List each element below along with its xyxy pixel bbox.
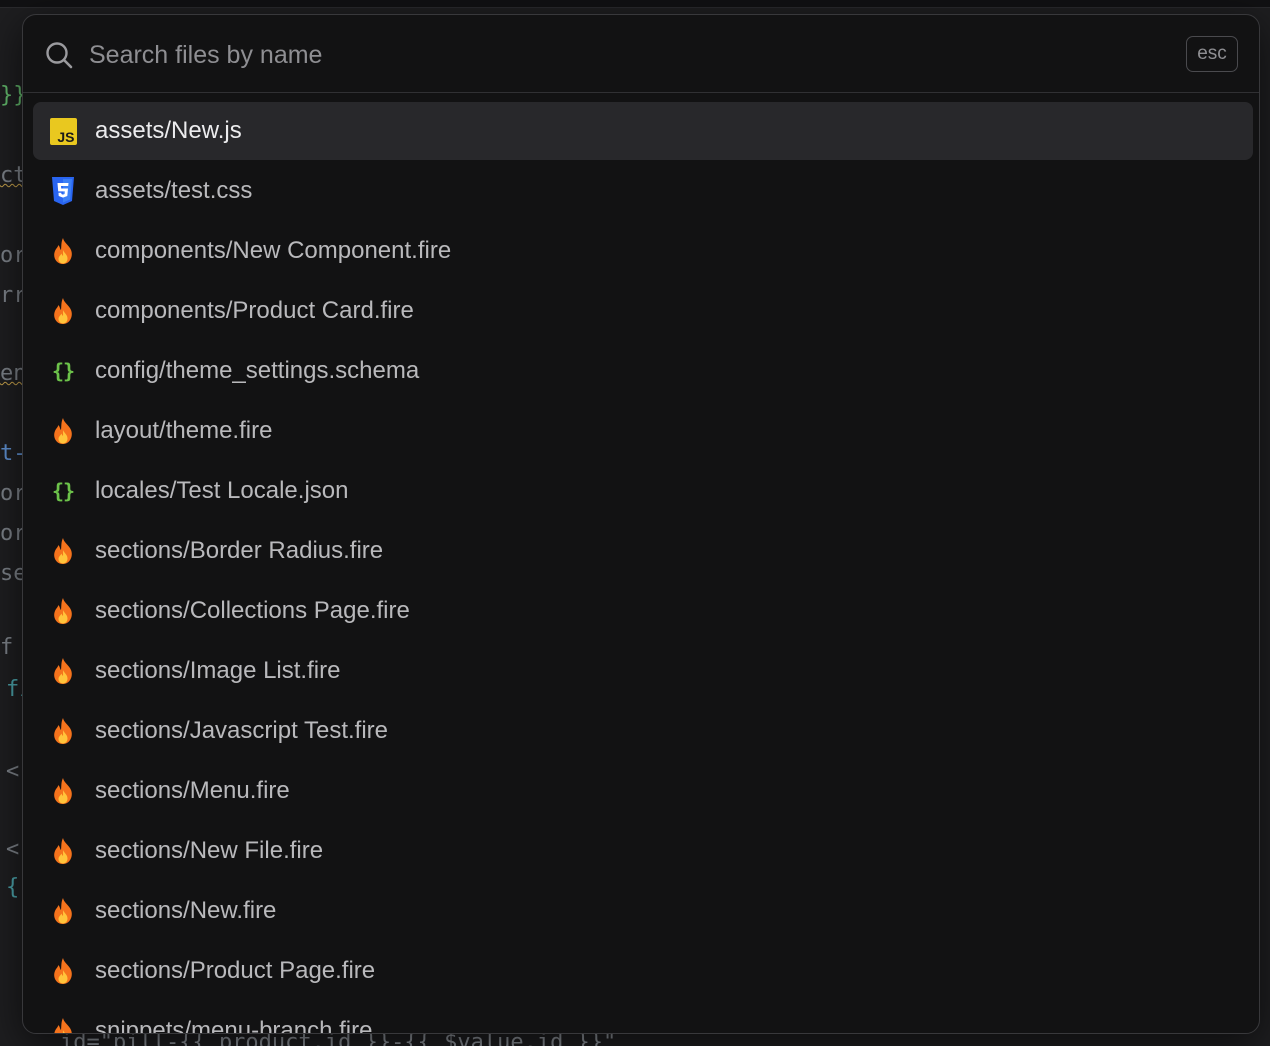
file-result-label: sections/Border Radius.fire	[95, 537, 384, 564]
file-result-item[interactable]: sections/Menu.fire	[33, 762, 1253, 820]
file-result-label: snippets/menu-branch.fire	[95, 1017, 373, 1034]
file-result-label: locales/Test Locale.json	[95, 477, 349, 504]
file-result-label: assets/test.css	[95, 177, 253, 204]
file-result-item[interactable]: sections/New.fire	[33, 882, 1253, 940]
file-result-label: sections/New.fire	[95, 897, 277, 924]
file-results-list: JS assets/New.js assets/test.css components…	[23, 94, 1259, 1034]
editor-tab-strip	[0, 0, 1270, 8]
file-result-item[interactable]: JS assets/New.js	[33, 102, 1253, 160]
file-result-label: sections/Menu.fire	[95, 777, 290, 804]
fire-icon	[49, 297, 77, 325]
file-result-item[interactable]: components/Product Card.fire	[33, 282, 1253, 340]
file-result-item[interactable]: sections/Javascript Test.fire	[33, 702, 1253, 760]
esc-button[interactable]: esc	[1186, 36, 1238, 72]
file-search-modal: esc JS assets/New.js assets/test.css compon…	[22, 14, 1260, 1034]
file-result-item[interactable]: assets/test.css	[33, 162, 1253, 220]
fire-icon	[49, 657, 77, 685]
js-icon: JS	[49, 117, 77, 145]
fire-icon	[49, 537, 77, 565]
fire-icon	[49, 777, 77, 805]
file-result-item[interactable]: sections/Collections Page.fire	[33, 582, 1253, 640]
fire-icon	[49, 957, 77, 985]
search-icon	[45, 41, 73, 69]
file-result-item[interactable]: {} locales/Test Locale.json	[33, 462, 1253, 520]
code-fragment: <	[6, 759, 20, 784]
file-result-label: sections/New File.fire	[95, 837, 324, 864]
file-result-item[interactable]: components/New Component.fire	[33, 222, 1253, 280]
fire-icon	[49, 717, 77, 745]
fire-icon	[49, 837, 77, 865]
braces-icon: {}	[51, 359, 75, 383]
file-result-item[interactable]: sections/New File.fire	[33, 822, 1253, 880]
code-fragment: f	[0, 635, 14, 660]
file-result-label: config/theme_settings.schema	[95, 357, 420, 384]
file-result-item[interactable]: {} config/theme_settings.schema	[33, 342, 1253, 400]
braces-icon: {}	[51, 479, 75, 503]
file-result-label: components/New Component.fire	[95, 237, 452, 264]
file-result-label: sections/Image List.fire	[95, 657, 341, 684]
fire-icon	[49, 597, 77, 625]
code-fragment: {	[6, 875, 20, 900]
file-result-label: layout/theme.fire	[95, 417, 273, 444]
fire-icon	[49, 237, 77, 265]
fire-icon	[49, 417, 77, 445]
file-result-item[interactable]: snippets/menu-branch.fire	[33, 1002, 1253, 1034]
file-result-label: components/Product Card.fire	[95, 297, 414, 324]
file-result-label: assets/New.js	[95, 117, 242, 144]
code-fragment: <	[6, 837, 20, 862]
file-result-item[interactable]: sections/Image List.fire	[33, 642, 1253, 700]
search-input[interactable]	[89, 35, 1169, 75]
fire-icon	[49, 1017, 77, 1033]
fire-icon	[49, 897, 77, 925]
css3-icon	[49, 177, 77, 205]
file-result-label: sections/Product Page.fire	[95, 957, 376, 984]
file-result-item[interactable]: sections/Product Page.fire	[33, 942, 1253, 1000]
file-result-label: sections/Collections Page.fire	[95, 597, 410, 624]
file-result-item[interactable]: layout/theme.fire	[33, 402, 1253, 460]
file-result-item[interactable]: sections/Border Radius.fire	[33, 522, 1253, 580]
file-result-label: sections/Javascript Test.fire	[95, 717, 389, 744]
search-bar: esc	[23, 15, 1259, 93]
